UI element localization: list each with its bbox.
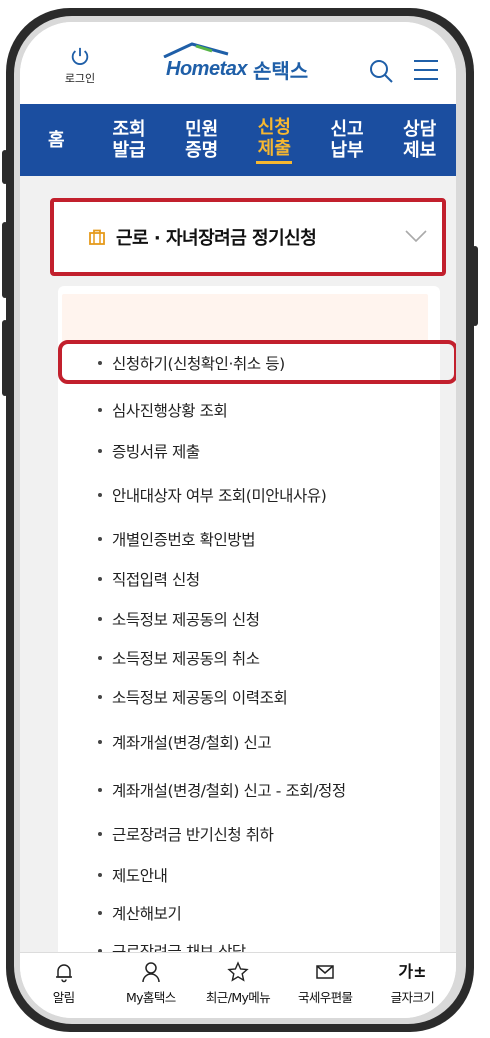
menu-item-label: 소득정보 제공동의 취소	[112, 650, 260, 668]
bullet-icon	[98, 787, 102, 792]
nav-label: 홈	[48, 129, 65, 151]
menu-item-label: 근로장려금 반기신청 취하	[112, 826, 274, 844]
logo-roof-icon	[163, 42, 229, 58]
app-header: 로그인 Hometax 손택스	[20, 22, 456, 104]
nav-label: 신청	[257, 116, 291, 138]
menu-item-label: 제도안내	[112, 867, 168, 885]
panel-header-bar	[62, 294, 428, 342]
nav-item-consult[interactable]: 상담 제보	[383, 119, 456, 161]
bullet-icon	[98, 407, 102, 412]
menu-item[interactable]: 계좌개설(변경/철회) 신고	[98, 731, 272, 753]
power-icon	[71, 47, 89, 65]
logo-brand-text: Hometax	[166, 57, 247, 80]
nav-label-2: 납부	[330, 140, 364, 161]
menu-item-label: 계산해보기	[112, 905, 182, 923]
nav-label-2: 증명	[185, 140, 219, 161]
bullet-icon	[98, 616, 102, 621]
login-button[interactable]: 로그인	[58, 46, 102, 86]
bell-icon	[55, 964, 72, 983]
menu-item[interactable]: 제도안내	[98, 864, 168, 886]
mail-icon	[316, 965, 334, 979]
tab-alerts[interactable]: 알림	[20, 953, 107, 1018]
menu-item[interactable]: 근로장려금 반기신청 취하	[98, 823, 274, 845]
bullet-icon	[98, 831, 102, 836]
menu-item-label: 개별인증번호 확인방법	[112, 531, 256, 549]
menu-item-label: 직접입력 신청	[112, 571, 200, 589]
tab-label: 국세우편물	[297, 990, 353, 1005]
menu-item[interactable]: 안내대상자 여부 조회(미안내사유)	[98, 484, 327, 506]
chevron-down-icon	[405, 230, 427, 243]
nav-label: 상담	[403, 119, 437, 140]
menu-item[interactable]: 증빙서류 제출	[98, 440, 200, 462]
menu-item-label: 안내대상자 여부 조회(미안내사유)	[112, 487, 327, 505]
hometax-logo[interactable]: Hometax 손택스	[163, 42, 309, 86]
phone-side-button	[2, 320, 8, 396]
bullet-icon	[98, 655, 102, 660]
bullet-icon	[98, 910, 102, 915]
menu-item[interactable]: 소득정보 제공동의 이력조회	[98, 686, 288, 708]
bullet-icon	[98, 492, 102, 497]
tab-label: 알림	[52, 990, 75, 1005]
bullet-icon	[98, 576, 102, 581]
menu-item[interactable]: 직접입력 신청	[98, 568, 200, 590]
bullet-icon	[98, 448, 102, 453]
screen: 로그인 Hometax 손택스 홈 조회 발급 민원 증명 신청 제출 신고 납…	[20, 22, 456, 1018]
nav-label: 신고	[330, 119, 364, 140]
search-icon[interactable]	[368, 58, 394, 84]
main-nav: 홈 조회 발급 민원 증명 신청 제출 신고 납부 상담 제보	[20, 104, 456, 176]
bottom-tab-bar: 알림 My홈택스 최근/My메뉴 국세우편물 가± 글자크기	[20, 952, 456, 1018]
tab-my-hometax[interactable]: My홈택스	[107, 953, 194, 1018]
tab-label: 최근/My메뉴	[205, 990, 271, 1005]
menu-item-label: 계좌개설(변경/철회) 신고 - 조회/정정	[112, 782, 346, 800]
menu-item-label: 심사진행상황 조회	[112, 402, 228, 420]
nav-label-2: 제출	[257, 137, 291, 159]
tab-label: 글자크기	[390, 990, 435, 1005]
star-icon	[227, 961, 249, 982]
bullet-icon	[98, 694, 102, 699]
menu-item[interactable]: 계산해보기	[98, 902, 182, 924]
menu-item[interactable]: 소득정보 제공동의 취소	[98, 647, 260, 669]
menu-item-label: 소득정보 제공동의 이력조회	[112, 689, 288, 707]
login-label: 로그인	[64, 72, 96, 85]
menu-item[interactable]: 계좌개설(변경/철회) 신고 - 조회/정정	[98, 779, 346, 801]
person-icon	[142, 962, 160, 983]
tab-recent-menu[interactable]: 최근/My메뉴	[194, 953, 281, 1018]
menu-item-label: 계좌개설(변경/철회) 신고	[112, 734, 272, 752]
menu-item[interactable]: 심사진행상황 조회	[98, 399, 228, 421]
nav-label-2: 제보	[403, 140, 437, 161]
category-dropdown[interactable]: 근로 · 자녀장려금 정기신청	[50, 198, 446, 276]
hamburger-menu-icon[interactable]	[412, 56, 440, 84]
menu-item[interactable]: 소득정보 제공동의 신청	[98, 608, 260, 630]
menu-item-label: 증빙서류 제출	[112, 443, 200, 461]
nav-label-2: 발급	[112, 140, 146, 161]
phone-side-button	[2, 222, 8, 298]
nav-item-home[interactable]: 홈	[20, 130, 93, 151]
menu-item-label: 소득정보 제공동의 신청	[112, 611, 260, 629]
nav-label: 조회	[112, 119, 146, 140]
phone-side-button	[2, 150, 8, 184]
bullet-icon	[98, 872, 102, 877]
bullet-icon	[98, 536, 102, 541]
nav-label: 민원	[185, 119, 219, 140]
phone-side-button	[472, 246, 478, 326]
font-size-icon: 가±	[398, 962, 427, 981]
dropdown-title: 근로 · 자녀장려금 정기신청	[116, 228, 317, 249]
active-underline	[256, 160, 293, 164]
tab-label: My홈택스	[125, 990, 176, 1005]
logo-brand-suffix: 손택스	[252, 58, 309, 83]
nav-item-apply[interactable]: 신청 제출	[238, 117, 311, 164]
bag-icon	[89, 229, 105, 245]
highlight-box	[58, 340, 456, 384]
nav-item-report[interactable]: 신고 납부	[311, 119, 384, 161]
menu-item[interactable]: 개별인증번호 확인방법	[98, 528, 256, 550]
tab-font-size[interactable]: 가± 글자크기	[369, 953, 456, 1018]
tab-tax-mail[interactable]: 국세우편물	[282, 953, 369, 1018]
bullet-icon	[98, 739, 102, 744]
nav-item-inquiry[interactable]: 조회 발급	[93, 119, 166, 161]
nav-item-civil[interactable]: 민원 증명	[165, 119, 238, 161]
